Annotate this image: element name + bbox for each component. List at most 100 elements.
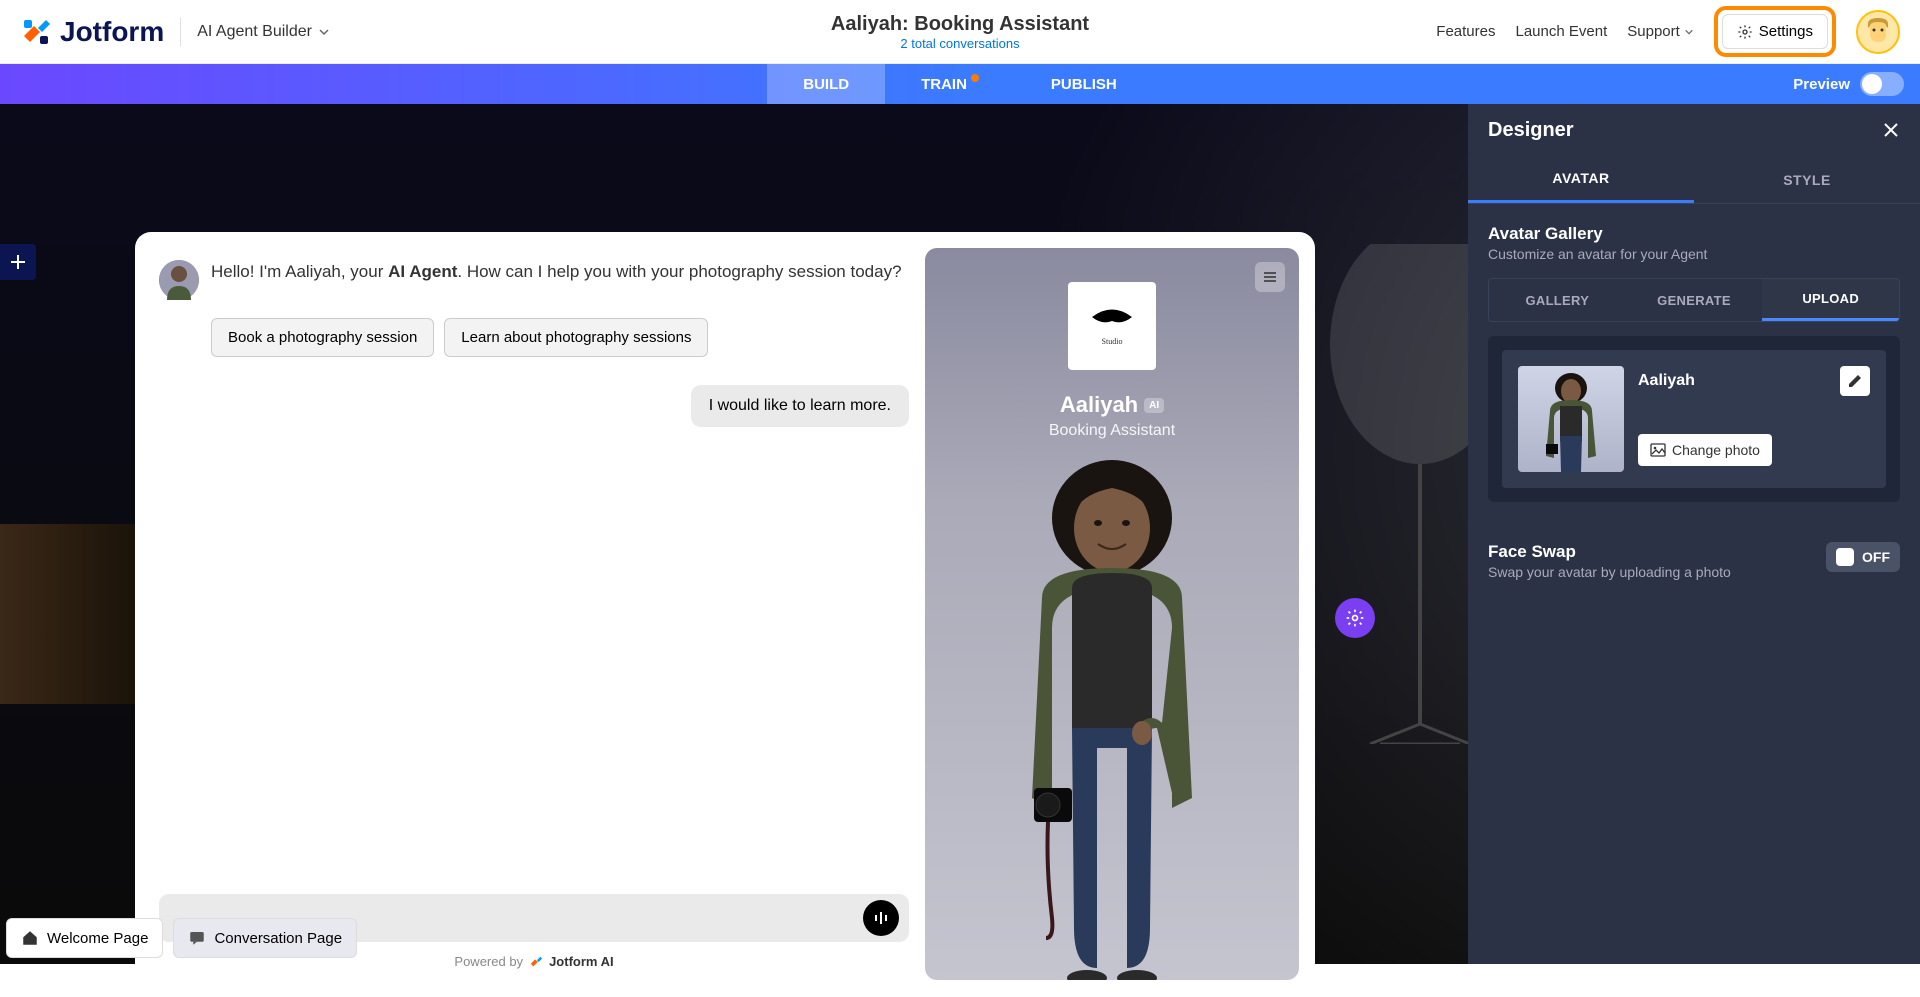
chat-card: Hello! I'm Aaliyah, your AI Agent. How c… — [135, 232, 1315, 997]
gallery-title: Avatar Gallery — [1488, 224, 1900, 244]
avatar-name: Aaliyah — [1638, 372, 1695, 390]
agent-text: Hello! I'm Aaliyah, your AI Agent. How c… — [211, 260, 902, 300]
plus-icon — [9, 253, 27, 271]
welcome-page-label: Welcome Page — [47, 930, 148, 947]
greeting-pre: Hello! I'm Aaliyah, your — [211, 262, 388, 281]
brand-logo-icon — [1082, 307, 1142, 337]
off-label: OFF — [1862, 549, 1890, 565]
welcome-page-button[interactable]: Welcome Page — [6, 918, 163, 958]
app-header: Jotform AI Agent Builder Aaliyah: Bookin… — [0, 0, 1920, 64]
chip-book[interactable]: Book a photography session — [211, 318, 434, 357]
face-swap-toggle[interactable]: OFF — [1826, 542, 1900, 572]
page-title: Aaliyah: Booking Assistant — [831, 13, 1089, 36]
settings-button[interactable]: Settings — [1722, 14, 1828, 49]
designer-panel: Designer AVATAR STYLE Avatar Gallery Cus… — [1468, 104, 1920, 964]
close-button[interactable] — [1882, 121, 1900, 139]
chevron-down-icon — [318, 26, 330, 38]
designer-tabs: AVATAR STYLE — [1468, 156, 1920, 204]
close-icon — [1882, 121, 1900, 139]
phone-preview: Studio Aaliyah AI Booking Assistant — [925, 248, 1299, 980]
powered-pre: Powered by — [454, 954, 523, 969]
toggle-knob — [1836, 548, 1854, 566]
features-link[interactable]: Features — [1436, 23, 1495, 40]
gear-icon — [1345, 608, 1365, 628]
divider — [180, 18, 181, 46]
page-subtitle: 2 total conversations — [831, 36, 1089, 51]
tab-avatar[interactable]: AVATAR — [1468, 156, 1694, 203]
change-photo-label: Change photo — [1672, 442, 1760, 458]
phone-name-text: Aaliyah — [1060, 392, 1138, 418]
settings-label: Settings — [1759, 23, 1813, 40]
tab-train-label: TRAIN — [921, 76, 967, 93]
phone-name: Aaliyah AI — [925, 392, 1299, 418]
phone-logo: Studio — [1068, 282, 1156, 370]
preview-toggle-group: Preview — [1793, 72, 1904, 96]
subtab-upload[interactable]: UPLOAD — [1762, 279, 1899, 321]
bottom-bar: Welcome Page Conversation Page — [6, 918, 357, 958]
avatar-card: Aaliyah Change photo — [1488, 336, 1900, 502]
conversation-page-label: Conversation Page — [214, 930, 342, 947]
designer-header: Designer — [1468, 104, 1920, 156]
settings-highlight: Settings — [1714, 6, 1836, 57]
powered-brand: Jotform AI — [549, 954, 614, 969]
avatar-row: Aaliyah Change photo — [1502, 350, 1886, 488]
tab-build[interactable]: BUILD — [767, 64, 885, 104]
avatar-subtabs: GALLERY GENERATE UPLOAD — [1488, 278, 1900, 322]
audio-bars-icon — [873, 910, 889, 926]
main-tabs: BUILD TRAIN PUBLISH Preview — [0, 64, 1920, 104]
designer-body: Avatar Gallery Customize an avatar for y… — [1468, 204, 1920, 600]
face-swap-title: Face Swap — [1488, 542, 1731, 562]
notification-dot-icon — [971, 74, 979, 82]
greeting-bold: AI Agent — [388, 262, 457, 281]
user-message: I would like to learn more. — [691, 385, 909, 427]
add-button[interactable] — [0, 244, 36, 280]
tab-publish-label: PUBLISH — [1051, 76, 1117, 93]
avatar-name-row: Aaliyah — [1638, 366, 1870, 396]
phone-menu-button[interactable] — [1255, 262, 1285, 292]
chevron-down-icon — [1684, 27, 1694, 37]
phone-subtitle: Booking Assistant — [925, 422, 1299, 440]
hamburger-icon — [1262, 269, 1278, 285]
logo[interactable]: Jotform — [20, 16, 164, 48]
gallery-subtitle: Customize an avatar for your Agent — [1488, 246, 1900, 262]
tab-train[interactable]: TRAIN — [885, 64, 1015, 104]
tab-build-label: BUILD — [803, 76, 849, 93]
change-photo-button[interactable]: Change photo — [1638, 434, 1772, 466]
user-avatar[interactable] — [1856, 10, 1900, 54]
subtab-gallery[interactable]: GALLERY — [1489, 279, 1626, 321]
support-dropdown[interactable]: Support — [1627, 23, 1694, 40]
agent-avatar-small — [159, 260, 199, 300]
designer-title: Designer — [1488, 119, 1574, 142]
support-label: Support — [1627, 23, 1680, 40]
avatar-icon — [1860, 14, 1896, 50]
header-right: Features Launch Event Support Settings — [1436, 6, 1900, 57]
home-icon — [21, 929, 39, 947]
face-swap-subtitle: Swap your avatar by uploading a photo — [1488, 564, 1731, 580]
chip-learn[interactable]: Learn about photography sessions — [444, 318, 708, 357]
chat-column: Hello! I'm Aaliyah, your AI Agent. How c… — [151, 248, 925, 981]
agent-message: Hello! I'm Aaliyah, your AI Agent. How c… — [159, 260, 909, 300]
preview-label: Preview — [1793, 76, 1850, 93]
chat-icon — [188, 929, 206, 947]
ai-builder-dropdown[interactable]: AI Agent Builder — [197, 23, 330, 41]
pencil-icon — [1847, 373, 1863, 389]
conversation-page-button[interactable]: Conversation Page — [173, 918, 357, 958]
mic-button[interactable] — [863, 900, 899, 936]
avatar-meta: Aaliyah Change photo — [1638, 366, 1870, 466]
toggle-knob — [1862, 74, 1882, 94]
logo-icon — [20, 16, 52, 48]
ai-badge: AI — [1144, 398, 1164, 413]
edit-avatar-button[interactable] — [1840, 366, 1870, 396]
avatar-thumb-icon — [1518, 366, 1624, 472]
preview-toggle[interactable] — [1860, 72, 1904, 96]
tab-publish[interactable]: PUBLISH — [1015, 64, 1153, 104]
face-swap-text: Face Swap Swap your avatar by uploading … — [1488, 542, 1731, 580]
subtab-generate[interactable]: GENERATE — [1626, 279, 1763, 321]
quick-replies: Book a photography session Learn about p… — [211, 318, 909, 357]
launch-link[interactable]: Launch Event — [1516, 23, 1608, 40]
page-title-group: Aaliyah: Booking Assistant 2 total conve… — [831, 13, 1089, 51]
stage-settings-button[interactable] — [1335, 598, 1375, 638]
tab-style[interactable]: STYLE — [1694, 156, 1920, 203]
image-icon — [1650, 442, 1666, 458]
avatar-image — [972, 448, 1252, 980]
